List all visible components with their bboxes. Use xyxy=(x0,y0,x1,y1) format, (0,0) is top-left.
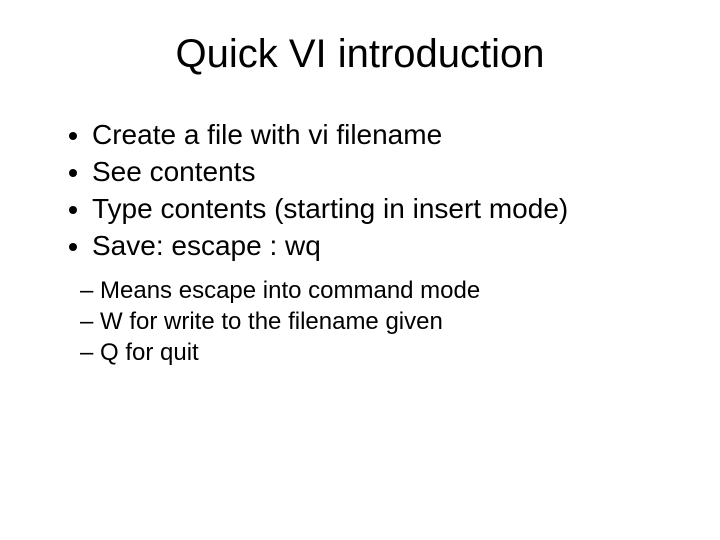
bullet-item: See contents xyxy=(92,154,680,189)
bullet-item: Type contents (starting in insert mode) xyxy=(92,191,680,226)
sub-bullet-list: Means escape into command mode W for wri… xyxy=(40,275,680,369)
bullet-item: Save: escape : wq xyxy=(92,228,680,263)
bullet-item: Create a file with vi filename xyxy=(92,117,680,152)
sub-bullet-item: Q for quit xyxy=(80,337,680,368)
slide-title: Quick VI introduction xyxy=(40,32,680,77)
sub-bullet-item: Means escape into command mode xyxy=(80,275,680,306)
slide: Quick VI introduction Create a file with… xyxy=(0,0,720,540)
sub-bullet-item: W for write to the filename given xyxy=(80,306,680,337)
main-bullet-list: Create a file with vi filename See conte… xyxy=(40,117,680,263)
